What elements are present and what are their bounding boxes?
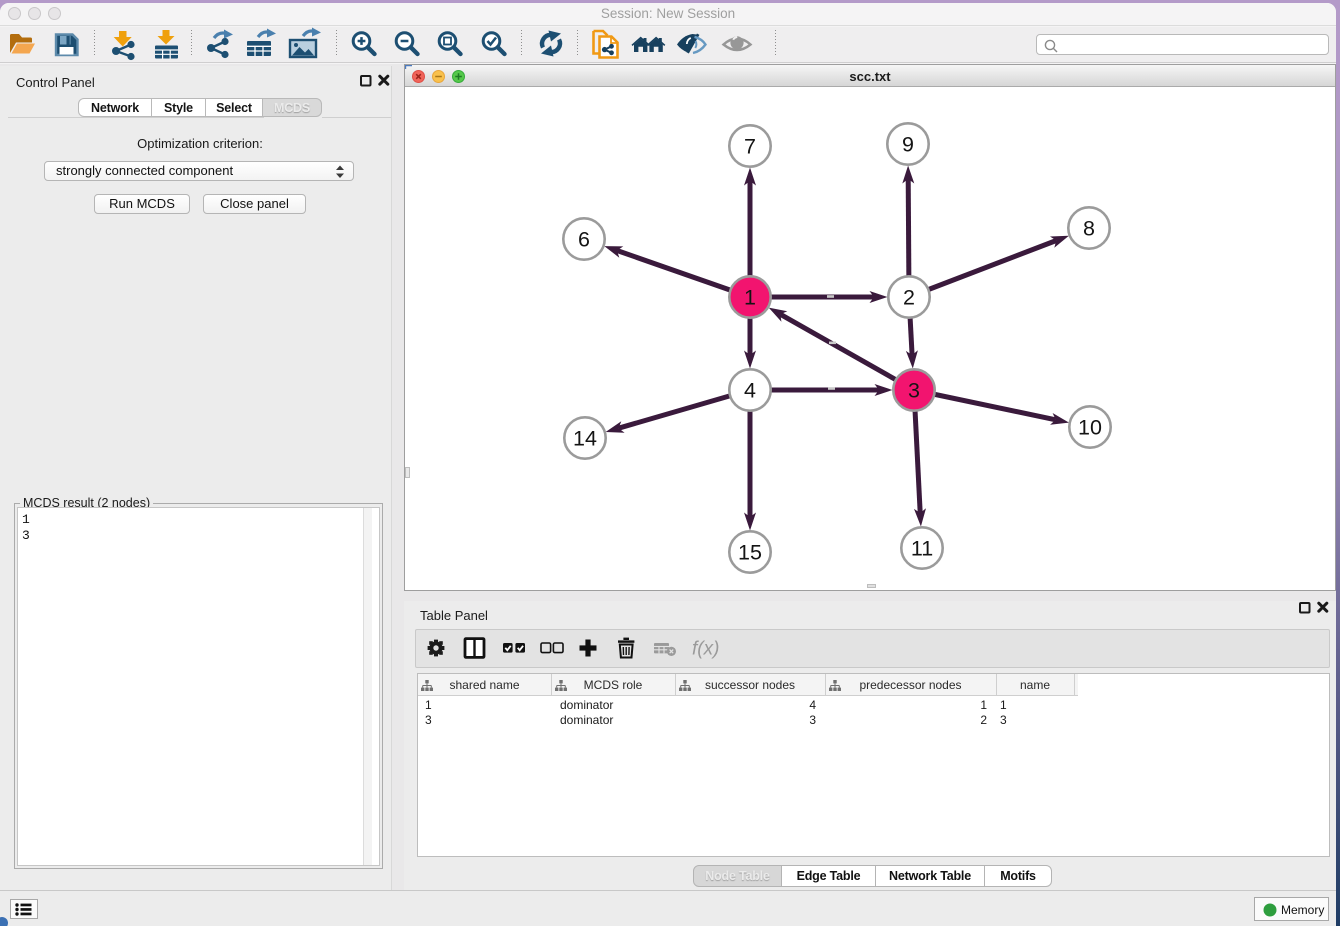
svg-text:10: 10 <box>1078 416 1102 440</box>
svg-text:8: 8 <box>1083 217 1095 241</box>
svg-text:6: 6 <box>578 228 590 252</box>
svg-text:4: 4 <box>744 379 756 403</box>
svg-text:2: 2 <box>903 286 915 310</box>
svg-text:15: 15 <box>738 541 762 565</box>
svg-text:14: 14 <box>573 427 597 451</box>
svg-text:9: 9 <box>902 133 914 157</box>
svg-text:11: 11 <box>911 537 933 561</box>
svg-text:f(x): f(x) <box>692 639 719 660</box>
svg-text:7: 7 <box>744 135 756 159</box>
svg-text:3: 3 <box>908 379 920 403</box>
svg-text:1: 1 <box>744 286 756 310</box>
